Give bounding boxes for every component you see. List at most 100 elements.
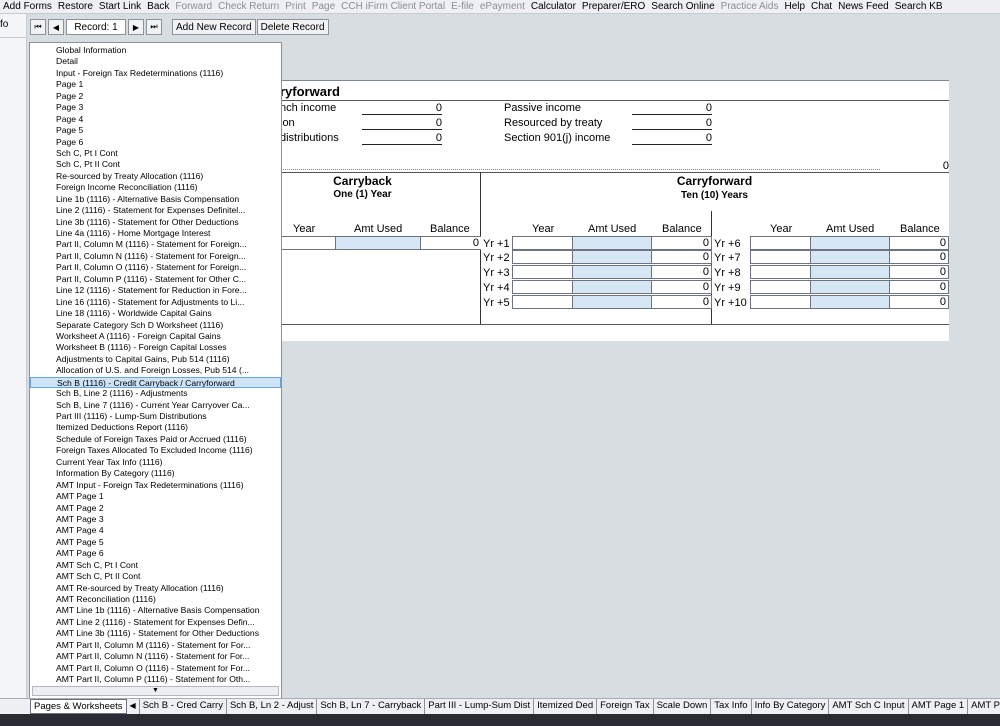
menu-item[interactable]: Search Online [648, 0, 717, 13]
menu-item[interactable]: Help [781, 0, 808, 13]
menu-item[interactable]: Print [282, 0, 309, 13]
page-list-item[interactable]: Part II, Column N (1116) - Statement for… [30, 251, 281, 262]
page-list-item[interactable]: Part II, Column M (1116) - Statement for… [30, 239, 281, 250]
page-list-item[interactable]: AMT Page 3 [30, 514, 281, 525]
cf-amt-used-cell[interactable] [810, 295, 890, 309]
page-list-item[interactable]: AMT Sch C, Pt II Cont [30, 571, 281, 582]
page-list-item[interactable]: Part II, Column P (1116) - Statement for… [30, 274, 281, 285]
page-list-item[interactable]: Line 12 (1116) - Statement for Reduction… [30, 285, 281, 296]
page-list-item[interactable]: Schedule of Foreign Taxes Paid or Accrue… [30, 434, 281, 445]
record-selector[interactable]: Record: 1 [66, 19, 126, 35]
previous-record-button[interactable]: ◀ [48, 19, 64, 35]
page-list-item[interactable]: Adjustments to Capital Gains, Pub 514 (1… [30, 354, 281, 365]
page-list-item[interactable]: AMT Page 4 [30, 525, 281, 536]
page-list-item[interactable]: Part II, Column O (1116) - Statement for… [30, 262, 281, 273]
worksheet-tab[interactable]: Tax Info [711, 699, 752, 714]
worksheet-tab[interactable]: Sch B, Ln 7 - Carryback [317, 699, 426, 714]
worksheet-tab[interactable]: Scale Down [654, 699, 712, 714]
cf-amt-used-cell[interactable] [572, 265, 652, 279]
page-list-item[interactable]: Page 6 [30, 137, 281, 148]
tab-scroll-left-button[interactable]: ◀ [127, 699, 140, 714]
carryback-amt-used-cell[interactable] [335, 236, 421, 250]
page-list-item[interactable]: AMT Page 6 [30, 548, 281, 559]
page-list-item[interactable]: Page 4 [30, 114, 281, 125]
cf-amt-used-cell[interactable] [810, 265, 890, 279]
menu-item[interactable]: Preparer/ERO [579, 0, 648, 13]
menu-item[interactable]: Chat [808, 0, 835, 13]
cf-amt-used-cell[interactable] [810, 280, 890, 294]
menu-item[interactable]: Restore [55, 0, 96, 13]
page-list-item[interactable]: AMT Page 5 [30, 537, 281, 548]
page-list-item[interactable]: Sch B, Line 7 (1116) - Current Year Carr… [30, 400, 281, 411]
cf-year-cell[interactable] [750, 295, 811, 309]
menu-item[interactable]: Start Link [96, 0, 144, 13]
page-list-item[interactable]: Separate Category Sch D Worksheet (1116) [30, 320, 281, 331]
page-list-item[interactable]: Information By Category (1116) [30, 468, 281, 479]
menu-item[interactable]: Calculator [528, 0, 579, 13]
page-list-item[interactable]: AMT Part II, Column P (1116) - Statement… [30, 674, 281, 685]
menu-item[interactable]: Practice Aids [718, 0, 782, 13]
resourced-by-treaty-field[interactable]: 0 [632, 117, 712, 130]
cf-year-cell[interactable] [512, 280, 573, 294]
page-list-item[interactable]: Itemized Deductions Report (1116) [30, 422, 281, 433]
page-list-item[interactable]: AMT Sch C, Pt I Cont [30, 560, 281, 571]
pages-worksheets-tab[interactable]: Pages & Worksheets [30, 699, 127, 714]
page-list-item[interactable]: Worksheet A (1116) - Foreign Capital Gai… [30, 331, 281, 342]
page-list-item[interactable]: Sch C, Pt II Cont [30, 159, 281, 170]
worksheet-tab[interactable]: Part III - Lump-Sum Dist [425, 699, 535, 714]
cf-year-cell[interactable] [750, 250, 811, 264]
page-list-item[interactable]: Sch C, Pt I Cont [30, 148, 281, 159]
menu-item[interactable]: CCH iFirm Client Portal [338, 0, 448, 13]
worksheet-tab[interactable]: AMT Page 1 [909, 699, 969, 714]
section-901j-field[interactable]: 0 [632, 132, 712, 145]
worksheet-tab[interactable]: AMT Page 2 [968, 699, 1000, 714]
page-list-item[interactable]: AMT Page 2 [30, 503, 281, 514]
scroll-down-button[interactable]: ▼ [32, 686, 279, 696]
page-list-item[interactable]: AMT Part II, Column O (1116) - Statement… [30, 663, 281, 674]
next-record-button[interactable]: ▶ [128, 19, 144, 35]
menu-item[interactable]: Back [144, 0, 172, 13]
field-value[interactable]: 0 [362, 132, 442, 145]
cf-year-cell[interactable] [750, 265, 811, 279]
cf-year-cell[interactable] [512, 236, 573, 250]
cf-amt-used-cell[interactable] [572, 280, 652, 294]
menu-item[interactable]: E-file [448, 0, 477, 13]
page-list-item[interactable]: Foreign Income Reconciliation (1116) [30, 182, 281, 193]
page-list-item[interactable]: Page 5 [30, 125, 281, 136]
carryback-year-cell[interactable] [280, 236, 336, 250]
page-list-item[interactable]: Allocation of U.S. and Foreign Losses, P… [30, 365, 281, 376]
page-list-item[interactable]: AMT Reconciliation (1116) [30, 594, 281, 605]
page-list-item[interactable]: Sch B (1116) - Credit Carryback / Carryf… [30, 376, 281, 389]
page-list-item[interactable]: Foreign Taxes Allocated To Excluded Inco… [30, 445, 281, 456]
page-list-item[interactable]: Current Year Tax Info (1116) [30, 457, 281, 468]
cf-year-cell[interactable] [750, 280, 811, 294]
menu-item[interactable]: News Feed [835, 0, 892, 13]
page-list-item[interactable]: Re-sourced by Treaty Allocation (1116) [30, 171, 281, 182]
page-list-item[interactable]: Line 3b (1116) - Statement for Other Ded… [30, 217, 281, 228]
delete-record-button[interactable]: Delete Record [256, 19, 329, 35]
worksheet-tab[interactable]: Info By Category [752, 699, 830, 714]
menu-item[interactable]: ePayment [477, 0, 528, 13]
page-list-item[interactable]: AMT Re-sourced by Treaty Allocation (111… [30, 583, 281, 594]
page-list-item[interactable]: AMT Input - Foreign Tax Redeterminations… [30, 480, 281, 491]
first-record-button[interactable]: ⏮ [30, 19, 46, 35]
page-list-item[interactable]: AMT Part II, Column M (1116) - Statement… [30, 640, 281, 651]
field-value[interactable]: 0 [362, 102, 442, 115]
pages-worksheets-list[interactable]: Global Information Detail Input - Foreign … [29, 42, 282, 699]
page-list-item[interactable]: Part III (1116) - Lump-Sum Distributions [30, 411, 281, 422]
page-list-item[interactable]: Line 16 (1116) - Statement for Adjustmen… [30, 297, 281, 308]
cf-amt-used-cell[interactable] [572, 236, 652, 250]
page-list-item[interactable]: AMT Part II, Column N (1116) - Statement… [30, 651, 281, 662]
page-list-item[interactable]: Line 4a (1116) - Home Mortgage Interest [30, 228, 281, 239]
add-new-record-button[interactable]: Add New Record [172, 19, 256, 35]
page-list-item[interactable]: AMT Line 3b (1116) - Statement for Other… [30, 628, 281, 639]
page-list-item[interactable]: Input - Foreign Tax Redeterminations (11… [30, 68, 281, 79]
cf-amt-used-cell[interactable] [572, 250, 652, 264]
page-list-item[interactable]: Line 1b (1116) - Alternative Basis Compe… [30, 194, 281, 205]
worksheet-tab[interactable]: Sch B - Cred Carry [140, 699, 227, 714]
page-list-item[interactable]: Line 2 (1116) - Statement for Expenses D… [30, 205, 281, 216]
field-value[interactable]: 0 [362, 117, 442, 130]
page-list-item[interactable]: AMT Line 2 (1116) - Statement for Expens… [30, 617, 281, 628]
worksheet-tab[interactable]: Itemized Ded [534, 699, 598, 714]
cf-amt-used-cell[interactable] [810, 250, 890, 264]
